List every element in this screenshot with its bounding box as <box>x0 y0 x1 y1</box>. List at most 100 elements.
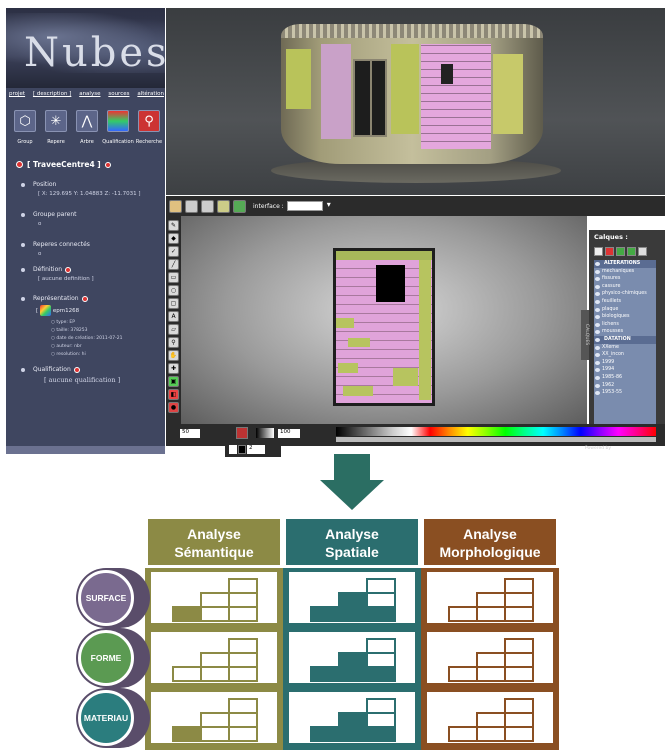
filled-block <box>338 726 368 742</box>
layer-item[interactable]: 1962 <box>594 382 656 390</box>
left-panel: Nubes projet [ description ] analyse sou… <box>6 8 165 454</box>
header-line2: Morphologique <box>439 544 541 560</box>
color-swap-icon[interactable]: ◧ <box>168 389 179 400</box>
facade-image <box>333 248 435 406</box>
edit-icon[interactable] <box>81 295 88 302</box>
layer-item[interactable]: lichens <box>594 321 656 329</box>
filled-block <box>172 726 202 742</box>
layer-item[interactable]: biologiques <box>594 313 656 321</box>
image-icon[interactable] <box>217 199 230 213</box>
layer-item[interactable]: physico-chimiques <box>594 290 656 298</box>
brush-tool-icon[interactable]: ✎ <box>168 220 179 231</box>
header-line1: Analyse <box>463 526 517 542</box>
opacity-field[interactable]: 100 <box>278 429 300 438</box>
3d-view[interactable] <box>166 8 665 195</box>
palette-scrollbar[interactable] <box>336 437 656 442</box>
analysis-cell <box>427 572 553 623</box>
tool-arbre-button[interactable]: ⋀ Arbre <box>74 110 100 150</box>
primary-color-icon[interactable] <box>236 427 248 439</box>
layer-down-icon[interactable] <box>627 247 636 256</box>
nav-link-projet[interactable]: projet <box>8 91 26 97</box>
nav-link-analyse[interactable]: analyse <box>78 91 101 97</box>
empty-block <box>504 652 534 668</box>
drawing-canvas[interactable] <box>181 216 587 424</box>
nav-link-sources[interactable]: sources <box>107 91 130 97</box>
layer-item[interactable]: feuillets <box>594 298 656 306</box>
representation-file[interactable]: [ epm1268 <box>36 305 79 316</box>
layer-item[interactable]: 1999 <box>594 359 656 367</box>
select-tool-icon[interactable]: ▢ <box>168 298 179 309</box>
eraser-tool-icon[interactable]: ▱ <box>168 324 179 335</box>
tool-recherche-button[interactable]: ⚲ Recherche <box>136 110 162 150</box>
tool-repere-button[interactable]: ✳ Repere <box>43 110 69 150</box>
layer-item[interactable]: plaque <box>594 306 656 314</box>
balustrade <box>281 24 543 38</box>
picker-tool-icon[interactable]: ✚ <box>168 363 179 374</box>
layer-item[interactable]: cassure <box>594 283 656 291</box>
close-icon[interactable] <box>16 161 23 168</box>
view-icon[interactable] <box>185 199 198 213</box>
layer-item[interactable]: fissures <box>594 275 656 283</box>
layer-item[interactable]: mechaniques <box>594 268 656 276</box>
tool-label: Arbre <box>80 139 94 145</box>
layer-list[interactable]: ALTERATIONS mechaniques fissures cassure phy… <box>594 260 656 430</box>
header-semantique: Analyse Sémantique <box>145 516 283 568</box>
property-position: Position [ X: 129.695 Y: 1.04883 Z: -11.… <box>30 181 140 197</box>
empty-block <box>448 666 478 682</box>
empty-block <box>504 606 534 622</box>
crop-tool-icon[interactable]: ▣ <box>168 376 179 387</box>
property-label-text: Représentation <box>33 295 79 302</box>
ellipse-tool-icon[interactable]: ○ <box>168 285 179 296</box>
delete-layer-icon[interactable] <box>605 247 614 256</box>
horizontal-scrollbar[interactable] <box>6 446 165 454</box>
hand-tool-icon[interactable]: ✋ <box>168 350 179 361</box>
layer-up-icon[interactable] <box>616 247 625 256</box>
nav-link-alteration[interactable]: altération <box>136 91 165 97</box>
empty-block <box>200 726 230 742</box>
tool-label: Recherche <box>135 139 163 145</box>
layer-item[interactable]: mousses <box>594 328 656 336</box>
edit-icon[interactable] <box>65 266 72 273</box>
layer-item[interactable]: XX_incon <box>594 351 656 359</box>
nav-link-description[interactable]: [ description ] <box>32 91 72 97</box>
rect-tool-icon[interactable]: ▭ <box>168 272 179 283</box>
powered-by: Powered by <box>585 446 611 451</box>
layer-item[interactable]: 1953-55 <box>594 389 656 397</box>
layer-settings-icon[interactable] <box>638 247 647 256</box>
reset-icon[interactable]: ● <box>168 402 179 413</box>
brush-icon[interactable] <box>169 199 182 213</box>
layout-icon[interactable] <box>201 199 214 213</box>
color-icon[interactable] <box>233 199 246 213</box>
zoom-tool-icon[interactable]: ⚲ <box>168 337 179 348</box>
facade-patch <box>338 363 358 373</box>
layer-group[interactable]: DATATION <box>594 335 656 344</box>
staircase-icon <box>310 698 396 742</box>
edit-icon[interactable] <box>104 161 111 168</box>
check-tool-icon[interactable]: ✓ <box>168 246 179 257</box>
filled-block <box>172 606 202 622</box>
layer-group[interactable]: ALTERATIONS <box>594 260 656 268</box>
row-label-forme: FORME <box>78 630 134 686</box>
staircase-icon <box>310 578 396 622</box>
tool-group-button[interactable]: ⬡ Group <box>12 110 38 150</box>
interface-select[interactable] <box>286 200 331 211</box>
zoom-field[interactable]: 50 <box>180 429 200 438</box>
facade-top-band <box>336 251 432 260</box>
fill-tool-icon[interactable]: ◆ <box>168 233 179 244</box>
property-label: Reperes connectés <box>30 241 90 248</box>
tool-qualification-button[interactable]: Qualification <box>102 110 134 150</box>
text-tool-icon[interactable]: A <box>168 311 179 322</box>
layer-item[interactable]: XXeme <box>594 344 656 352</box>
swatch-white[interactable] <box>229 445 237 454</box>
line-tool-icon[interactable]: ╱ <box>168 259 179 270</box>
swatch-black[interactable] <box>238 445 246 454</box>
brush-size-control: 2 <box>225 443 281 457</box>
color-palette[interactable] <box>336 427 656 436</box>
new-layer-icon[interactable] <box>594 247 603 256</box>
edit-icon[interactable] <box>73 366 80 373</box>
layers-tab[interactable]: CALQUES <box>581 310 589 360</box>
layer-item[interactable]: 1994 <box>594 366 656 374</box>
layer-item[interactable]: 1985-86 <box>594 374 656 382</box>
brush-size-field[interactable]: 2 <box>247 445 265 454</box>
filled-block <box>338 606 368 622</box>
